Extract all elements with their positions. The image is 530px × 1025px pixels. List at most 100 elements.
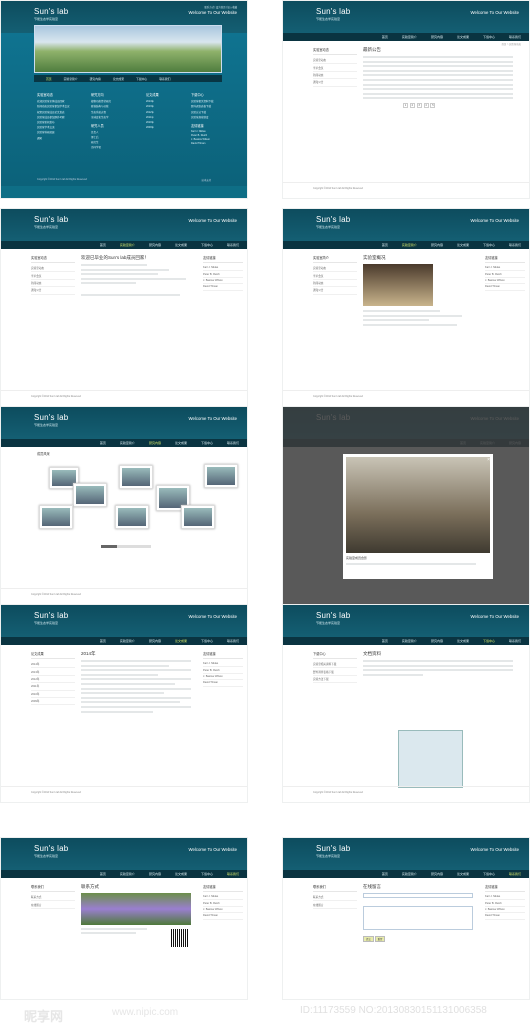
site-logo[interactable]: Sun's lab <box>316 7 350 16</box>
page-number[interactable]: 3 <box>416 103 422 109</box>
nav-about[interactable]: 实验室简介 <box>402 872 417 876</box>
sidebar-item[interactable]: 通知公告 <box>313 79 357 87</box>
download-file-item[interactable] <box>363 660 513 662</box>
breadcrumb[interactable]: 首页 > 实验室动态 <box>502 42 521 46</box>
home-research-item[interactable]: 植物功能性状研究 <box>91 99 111 103</box>
site-logo[interactable]: Sun's lab <box>34 611 68 620</box>
home-download-item[interactable]: 实验室相关资料下载 <box>191 99 214 103</box>
paper-entry[interactable] <box>81 705 191 708</box>
nav-research[interactable]: 研究内容 <box>149 441 161 445</box>
link-item[interactable]: David Tilman <box>485 913 525 920</box>
nav-contact[interactable]: 联系我们 <box>227 639 239 643</box>
gallery-photo[interactable] <box>115 505 149 529</box>
sidebar-item[interactable]: 实验室动态 <box>313 57 357 65</box>
home-link-item[interactable]: J. Bastow Wilson <box>191 138 214 141</box>
nav-about[interactable]: 实验室简介 <box>120 441 135 445</box>
nav-contact[interactable]: 联系我们 <box>159 77 170 81</box>
download-file-item[interactable] <box>363 673 423 676</box>
list-item[interactable] <box>363 69 513 72</box>
home-download-item[interactable]: 野外调查表格下载 <box>191 104 214 108</box>
nav-home[interactable]: 首页 <box>100 639 106 643</box>
page-number[interactable]: 5 <box>430 103 436 109</box>
reset-button[interactable]: 重置 <box>374 936 386 942</box>
home-people-item[interactable]: 博士后 <box>91 135 111 139</box>
nav-download[interactable]: 下载中心 <box>201 243 213 247</box>
sidebar-item[interactable]: 在线留言 <box>313 901 357 909</box>
page-number[interactable]: 1 <box>403 103 408 109</box>
home-download-item[interactable]: 实验室规章制度 <box>191 115 214 119</box>
sidebar-item[interactable]: 新闻动态 <box>31 280 75 288</box>
home-news-item[interactable]: 欢迎实验室全体成员回家 <box>37 99 70 103</box>
nav-about[interactable]: 实验室简介 <box>120 243 135 247</box>
sidebar-item[interactable]: 新闻动态 <box>313 280 357 288</box>
paper-entry[interactable] <box>81 678 191 681</box>
nav-home[interactable]: 首页 <box>46 77 52 81</box>
link-item[interactable]: David Tilman <box>485 284 525 291</box>
sidebar-item[interactable]: 学术会议 <box>31 272 75 280</box>
nav-research[interactable]: 研究内容 <box>431 639 443 643</box>
sidebar-item[interactable]: 2009年 <box>31 698 75 706</box>
paper-entry[interactable] <box>81 692 164 695</box>
home-papers-item[interactable]: 2013年 <box>146 104 159 108</box>
sidebar-item[interactable]: 实验室动态 <box>31 265 75 273</box>
nav-download[interactable]: 下载中心 <box>483 35 495 39</box>
list-item[interactable] <box>363 56 513 58</box>
sidebar-item[interactable]: 在线留言 <box>31 901 75 909</box>
nav-research[interactable]: 研究内容 <box>431 35 443 39</box>
nav-contact[interactable]: 联系我们 <box>509 872 521 876</box>
sidebar-item[interactable]: 通知公告 <box>31 287 75 295</box>
gallery-photo[interactable] <box>39 505 73 529</box>
home-research-item[interactable]: 群落结构与功能 <box>91 104 111 108</box>
nav-contact[interactable]: 联系我们 <box>227 872 239 876</box>
site-logo[interactable]: Sun's lab <box>316 611 350 620</box>
nav-home[interactable]: 首页 <box>382 872 388 876</box>
home-papers-item[interactable]: 2014年 <box>146 99 159 103</box>
nav-download[interactable]: 下载中心 <box>483 243 495 247</box>
home-people-item[interactable]: 负责人 <box>91 130 111 134</box>
home-news-item[interactable]: 实验室学术交流 <box>37 125 70 129</box>
list-item[interactable] <box>363 65 513 68</box>
nav-papers[interactable]: 论文成果 <box>457 243 469 247</box>
site-logo[interactable]: Sun's lab <box>34 413 68 422</box>
sidebar-item[interactable]: 学术会议 <box>313 64 357 72</box>
nav-papers[interactable]: 论文成果 <box>457 872 469 876</box>
home-papers-item[interactable]: 2011年 <box>146 115 159 119</box>
sidebar-item[interactable]: 学术会议 <box>313 272 357 280</box>
nav-about[interactable]: 实验室简介 <box>120 872 135 876</box>
submit-button[interactable]: 提交 <box>363 936 374 942</box>
site-logo[interactable]: Sun's lab <box>316 215 350 224</box>
home-papers-item[interactable]: 2012年 <box>146 110 159 114</box>
page-number[interactable]: 2 <box>409 103 415 109</box>
gallery-photo[interactable] <box>119 465 153 489</box>
list-item[interactable] <box>363 88 513 91</box>
nav-papers[interactable]: 论文成果 <box>175 441 187 445</box>
close-icon[interactable]: × <box>487 457 490 463</box>
nav-papers[interactable]: 论文成果 <box>175 243 187 247</box>
site-logo[interactable]: Sun's lab <box>34 7 68 16</box>
link-item[interactable]: David Tilman <box>203 284 243 291</box>
list-item[interactable] <box>363 78 513 81</box>
nav-research[interactable]: 研究内容 <box>431 243 443 247</box>
nav-papers[interactable]: 论文成果 <box>113 77 124 81</box>
list-item[interactable] <box>363 83 513 86</box>
nav-papers[interactable]: 论文成果 <box>175 639 187 643</box>
link-item[interactable]: David Tilman <box>203 913 243 920</box>
nav-about[interactable]: 实验室简介 <box>402 639 417 643</box>
nav-download[interactable]: 下载中心 <box>136 77 147 81</box>
link-item[interactable]: David Tilman <box>203 680 243 687</box>
sidebar-item[interactable]: 实验方法下载 <box>313 676 357 684</box>
sidebar-item[interactable]: 通知公告 <box>313 287 357 295</box>
nav-contact[interactable]: 联系我们 <box>227 441 239 445</box>
home-news-item[interactable]: 实验室成员参加野外考察 <box>37 115 70 119</box>
paper-entry[interactable] <box>81 701 180 704</box>
nav-papers[interactable]: 论文成果 <box>457 35 469 39</box>
top-links[interactable]: 联系方式 | 设为首页 | 加入收藏 <box>204 5 237 9</box>
nav-contact[interactable]: 联系我们 <box>227 243 239 247</box>
sidebar-item[interactable]: 2012年 <box>31 676 75 684</box>
nav-papers[interactable]: 论文成果 <box>175 872 187 876</box>
nav-contact[interactable]: 联系我们 <box>509 243 521 247</box>
list-item[interactable] <box>363 74 513 77</box>
home-link-item[interactable]: David Tilman <box>191 142 214 145</box>
nav-about[interactable]: 实验室简介 <box>402 243 417 247</box>
home-people-item[interactable]: 访问学者 <box>91 145 111 149</box>
